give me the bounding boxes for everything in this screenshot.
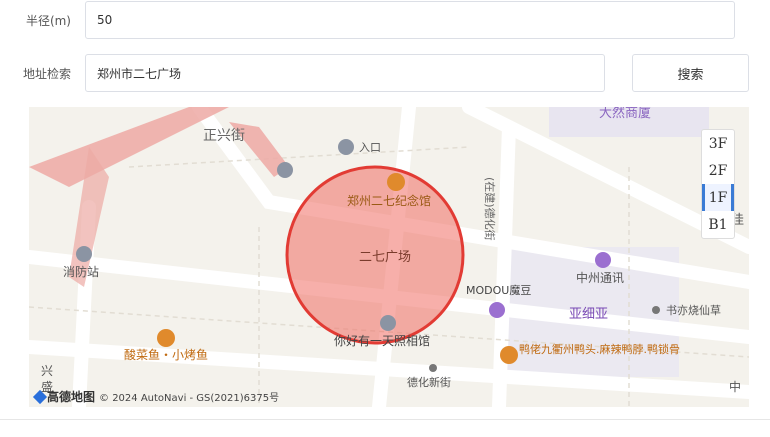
address-label: 地址检索: [22, 66, 71, 81]
floor-b1[interactable]: B1: [702, 211, 734, 238]
copyright-text: © 2024 AutoNavi - GS(2021)6375号: [99, 393, 280, 404]
photo-label: 你好有一天照相馆: [334, 333, 430, 348]
address-row: 地址检索 郑州市二七广场: [0, 54, 605, 92]
address-search-input[interactable]: 郑州市二七广场: [85, 54, 605, 92]
modou-label: MODOU魔豆: [466, 283, 531, 297]
parking-icon: [277, 162, 293, 178]
floor-1f[interactable]: 1F: [702, 184, 734, 211]
tea-shop-icon: [652, 306, 660, 314]
entrance-label: 入口: [359, 141, 381, 154]
circle-center-label: 二七广场: [359, 250, 411, 265]
zhong-label: 中: [729, 379, 741, 394]
street-label-zhengxing: 正兴街: [203, 128, 245, 144]
divider: [0, 419, 770, 420]
duck-label: 鸭佬九衢州鸭头.麻辣鸭脖.鸭锁骨: [519, 342, 680, 356]
radius-row: 半径(m) 50: [0, 1, 735, 39]
search-button[interactable]: 搜索: [632, 54, 749, 92]
floor-2f[interactable]: 2F: [702, 157, 734, 184]
under-construction-label: (在建)德化街: [483, 177, 497, 241]
zhongzhou-label: 中州通讯: [576, 270, 624, 285]
shopping-icon: [489, 302, 505, 318]
bus-stop-icon: [429, 364, 437, 372]
map-view[interactable]: 正兴街 入口 郑州二七纪念馆 消防站 (在建)德化街 中州通讯 MODOU魔豆 …: [29, 107, 749, 407]
map-canvas: 正兴街 入口 郑州二七纪念馆 消防站 (在建)德化街 中州通讯 MODOU魔豆 …: [29, 107, 749, 407]
radius-label: 半径(m): [25, 13, 71, 28]
restaurant-icon-duck: [500, 346, 518, 364]
yaxiya-label: 亚细亚: [569, 307, 608, 322]
map-attribution: 高德地图 © 2024 AutoNavi - GS(2021)6375号: [32, 388, 280, 405]
xing-label: 兴: [41, 364, 53, 378]
memorial-label: 郑州二七纪念馆: [347, 193, 431, 208]
camera-icon: [380, 315, 396, 331]
floor-3f[interactable]: 3F: [702, 130, 734, 157]
fire-station-icon: [76, 246, 92, 262]
daran-label: 大然商厦: [599, 107, 651, 121]
radius-input[interactable]: 50: [85, 1, 735, 39]
fire-station-label: 消防站: [63, 264, 99, 279]
shuyi-label: 书亦烧仙草: [666, 303, 721, 317]
amap-logo[interactable]: 高德地图: [32, 388, 96, 405]
fish-label: 酸菜鱼・小烤鱼: [124, 347, 208, 362]
museum-icon: [387, 173, 405, 191]
amap-logo-icon: [32, 389, 48, 404]
restaurant-icon-fish: [157, 329, 175, 347]
telecom-icon: [595, 252, 611, 268]
entrance-icon: [338, 139, 354, 155]
dehua-new-label: 德化新街: [407, 375, 451, 389]
amap-logo-text: 高德地图: [47, 390, 96, 404]
floor-switcher: 3F 2F 1F B1: [701, 129, 735, 239]
